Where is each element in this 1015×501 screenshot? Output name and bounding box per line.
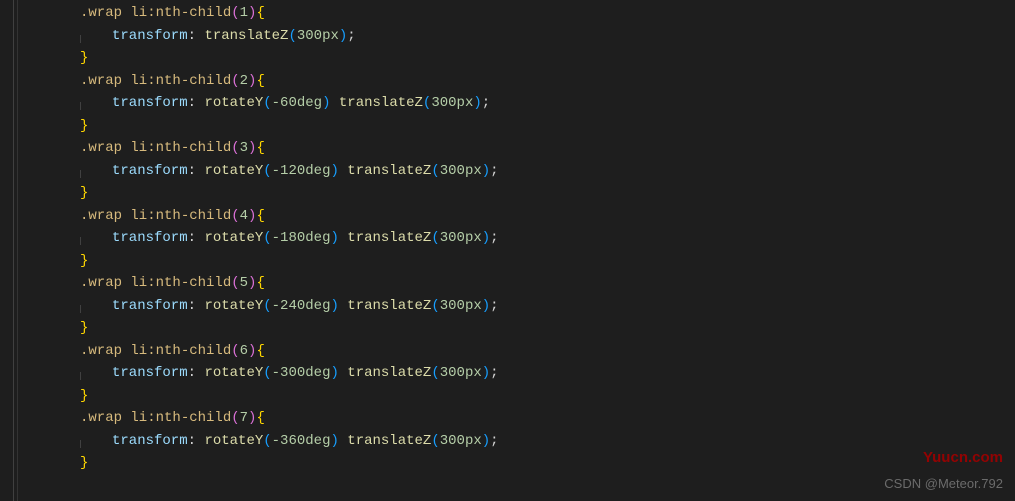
css-close-brace: } xyxy=(48,317,499,340)
css-declaration-line: transform: rotateY(-360deg) translateZ(3… xyxy=(48,430,499,453)
css-declaration-line: transform: rotateY(-180deg) translateZ(3… xyxy=(48,227,499,250)
css-declaration-line: transform: rotateY(-60deg) translateZ(30… xyxy=(48,92,499,115)
css-close-brace: } xyxy=(48,115,499,138)
css-declaration-line: transform: rotateY(-300deg) translateZ(3… xyxy=(48,362,499,385)
css-close-brace: } xyxy=(48,250,499,273)
css-declaration-line: transform: rotateY(-120deg) translateZ(3… xyxy=(48,160,499,183)
css-close-brace: } xyxy=(48,385,499,408)
css-selector-line: .wrap li:nth-child(6){ xyxy=(48,340,499,363)
code-editor[interactable]: .wrap li:nth-child(1){transform: transla… xyxy=(0,0,1015,501)
css-close-brace: } xyxy=(48,47,499,70)
watermark-csdn: CSDN @Meteor.792 xyxy=(884,473,1003,496)
editor-gutter xyxy=(0,0,18,501)
css-selector-line: .wrap li:nth-child(1){ xyxy=(48,2,499,25)
css-selector-line: .wrap li:nth-child(7){ xyxy=(48,407,499,430)
css-selector-line: .wrap li:nth-child(5){ xyxy=(48,272,499,295)
watermark-yuucn: Yuucn.com xyxy=(923,447,1003,470)
css-selector-line: .wrap li:nth-child(2){ xyxy=(48,70,499,93)
css-close-brace: } xyxy=(48,182,499,205)
css-close-brace: } xyxy=(48,452,499,475)
css-selector-line: .wrap li:nth-child(4){ xyxy=(48,205,499,228)
css-declaration-line: transform: translateZ(300px); xyxy=(48,25,499,48)
code-content[interactable]: .wrap li:nth-child(1){transform: transla… xyxy=(18,0,499,501)
css-selector-line: .wrap li:nth-child(3){ xyxy=(48,137,499,160)
css-declaration-line: transform: rotateY(-240deg) translateZ(3… xyxy=(48,295,499,318)
